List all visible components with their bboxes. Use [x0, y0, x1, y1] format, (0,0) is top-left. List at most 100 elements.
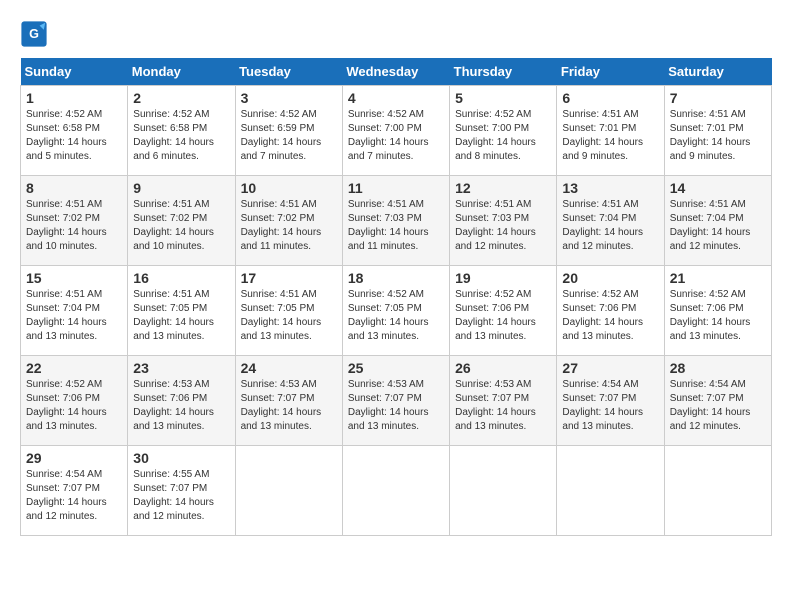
calendar-cell: 27 Sunrise: 4:54 AMSunset: 7:07 PMDayligh…	[557, 356, 664, 446]
day-number: 7	[670, 90, 766, 106]
day-number: 22	[26, 360, 122, 376]
day-number: 2	[133, 90, 229, 106]
header: G	[20, 20, 772, 48]
calendar-cell	[664, 446, 771, 536]
calendar-week-2: 8 Sunrise: 4:51 AMSunset: 7:02 PMDaylight…	[21, 176, 772, 266]
day-number: 3	[241, 90, 337, 106]
calendar-cell: 2 Sunrise: 4:52 AMSunset: 6:58 PMDaylight…	[128, 86, 235, 176]
day-number: 27	[562, 360, 658, 376]
calendar-week-4: 22 Sunrise: 4:52 AMSunset: 7:06 PMDayligh…	[21, 356, 772, 446]
header-saturday: Saturday	[664, 58, 771, 86]
day-info: Sunrise: 4:54 AMSunset: 7:07 PMDaylight:…	[562, 378, 658, 434]
calendar-cell: 20 Sunrise: 4:52 AMSunset: 7:06 PMDayligh…	[557, 266, 664, 356]
day-number: 10	[241, 180, 337, 196]
calendar-cell: 8 Sunrise: 4:51 AMSunset: 7:02 PMDaylight…	[21, 176, 128, 266]
day-info: Sunrise: 4:52 AMSunset: 7:00 PMDaylight:…	[455, 108, 551, 164]
header-friday: Friday	[557, 58, 664, 86]
calendar-cell	[342, 446, 449, 536]
day-number: 4	[348, 90, 444, 106]
calendar-cell: 22 Sunrise: 4:52 AMSunset: 7:06 PMDayligh…	[21, 356, 128, 446]
day-number: 29	[26, 450, 122, 466]
day-info: Sunrise: 4:52 AMSunset: 6:59 PMDaylight:…	[241, 108, 337, 164]
day-number: 17	[241, 270, 337, 286]
calendar-cell: 28 Sunrise: 4:54 AMSunset: 7:07 PMDayligh…	[664, 356, 771, 446]
day-number: 6	[562, 90, 658, 106]
day-number: 19	[455, 270, 551, 286]
calendar-cell	[235, 446, 342, 536]
calendar-week-1: 1 Sunrise: 4:52 AMSunset: 6:58 PMDaylight…	[21, 86, 772, 176]
day-number: 9	[133, 180, 229, 196]
logo: G	[20, 20, 52, 48]
day-info: Sunrise: 4:52 AMSunset: 6:58 PMDaylight:…	[133, 108, 229, 164]
calendar-cell: 13 Sunrise: 4:51 AMSunset: 7:04 PMDayligh…	[557, 176, 664, 266]
day-info: Sunrise: 4:54 AMSunset: 7:07 PMDaylight:…	[670, 378, 766, 434]
day-info: Sunrise: 4:53 AMSunset: 7:07 PMDaylight:…	[241, 378, 337, 434]
day-number: 24	[241, 360, 337, 376]
day-info: Sunrise: 4:52 AMSunset: 7:06 PMDaylight:…	[562, 288, 658, 344]
calendar-cell: 5 Sunrise: 4:52 AMSunset: 7:00 PMDaylight…	[450, 86, 557, 176]
day-number: 18	[348, 270, 444, 286]
calendar-cell: 11Sunrise: 4:51 AMSunset: 7:03 PMDayligh…	[342, 176, 449, 266]
calendar-cell: 1 Sunrise: 4:52 AMSunset: 6:58 PMDaylight…	[21, 86, 128, 176]
day-info: Sunrise: 4:52 AMSunset: 7:06 PMDaylight:…	[455, 288, 551, 344]
calendar-cell: 19 Sunrise: 4:52 AMSunset: 7:06 PMDayligh…	[450, 266, 557, 356]
calendar-cell: 12 Sunrise: 4:51 AMSunset: 7:03 PMDayligh…	[450, 176, 557, 266]
day-number: 15	[26, 270, 122, 286]
day-info: Sunrise: 4:52 AMSunset: 7:05 PMDaylight:…	[348, 288, 444, 344]
day-number: 5	[455, 90, 551, 106]
day-info: Sunrise: 4:51 AMSunset: 7:02 PMDaylight:…	[241, 198, 337, 254]
calendar-cell: 10 Sunrise: 4:51 AMSunset: 7:02 PMDayligh…	[235, 176, 342, 266]
header-tuesday: Tuesday	[235, 58, 342, 86]
day-number: 20	[562, 270, 658, 286]
calendar-week-3: 15 Sunrise: 4:51 AMSunset: 7:04 PMDayligh…	[21, 266, 772, 356]
day-info: Sunrise: 4:51 AMSunset: 7:02 PMDaylight:…	[133, 198, 229, 254]
calendar-cell: 29 Sunrise: 4:54 AMSunset: 7:07 PMDayligh…	[21, 446, 128, 536]
calendar-cell: 24 Sunrise: 4:53 AMSunset: 7:07 PMDayligh…	[235, 356, 342, 446]
day-info: Sunrise: 4:53 AMSunset: 7:07 PMDaylight:…	[455, 378, 551, 434]
calendar-table: SundayMondayTuesdayWednesdayThursdayFrid…	[20, 58, 772, 536]
day-info: Sunrise: 4:51 AMSunset: 7:05 PMDaylight:…	[241, 288, 337, 344]
calendar-cell	[557, 446, 664, 536]
day-number: 21	[670, 270, 766, 286]
day-info: Sunrise: 4:51 AMSunset: 7:03 PMDaylight:…	[348, 198, 444, 254]
calendar-cell: 15 Sunrise: 4:51 AMSunset: 7:04 PMDayligh…	[21, 266, 128, 356]
day-info: Sunrise: 4:53 AMSunset: 7:07 PMDaylight:…	[348, 378, 444, 434]
day-number: 26	[455, 360, 551, 376]
day-number: 14	[670, 180, 766, 196]
calendar-cell: 26 Sunrise: 4:53 AMSunset: 7:07 PMDayligh…	[450, 356, 557, 446]
calendar-cell	[450, 446, 557, 536]
day-number: 28	[670, 360, 766, 376]
logo-icon: G	[20, 20, 48, 48]
day-info: Sunrise: 4:51 AMSunset: 7:04 PMDaylight:…	[26, 288, 122, 344]
calendar-cell: 23Sunrise: 4:53 AMSunset: 7:06 PMDayligh…	[128, 356, 235, 446]
day-number: 1	[26, 90, 122, 106]
day-info: Sunrise: 4:52 AMSunset: 6:58 PMDaylight:…	[26, 108, 122, 164]
calendar-cell: 6 Sunrise: 4:51 AMSunset: 7:01 PMDaylight…	[557, 86, 664, 176]
day-number: 25	[348, 360, 444, 376]
header-wednesday: Wednesday	[342, 58, 449, 86]
calendar-cell: 7 Sunrise: 4:51 AMSunset: 7:01 PMDaylight…	[664, 86, 771, 176]
day-number: 13	[562, 180, 658, 196]
day-info: Sunrise: 4:55 AMSunset: 7:07 PMDaylight:…	[133, 468, 229, 524]
calendar-week-5: 29 Sunrise: 4:54 AMSunset: 7:07 PMDayligh…	[21, 446, 772, 536]
header-thursday: Thursday	[450, 58, 557, 86]
day-info: Sunrise: 4:51 AMSunset: 7:02 PMDaylight:…	[26, 198, 122, 254]
calendar-cell: 4Sunrise: 4:52 AMSunset: 7:00 PMDaylight…	[342, 86, 449, 176]
svg-text:G: G	[29, 27, 39, 41]
day-info: Sunrise: 4:54 AMSunset: 7:07 PMDaylight:…	[26, 468, 122, 524]
day-info: Sunrise: 4:51 AMSunset: 7:01 PMDaylight:…	[670, 108, 766, 164]
day-info: Sunrise: 4:51 AMSunset: 7:03 PMDaylight:…	[455, 198, 551, 254]
day-info: Sunrise: 4:52 AMSunset: 7:06 PMDaylight:…	[26, 378, 122, 434]
calendar-cell: 30 Sunrise: 4:55 AMSunset: 7:07 PMDayligh…	[128, 446, 235, 536]
day-number: 8	[26, 180, 122, 196]
day-number: 16	[133, 270, 229, 286]
calendar-cell: 16Sunrise: 4:51 AMSunset: 7:05 PMDayligh…	[128, 266, 235, 356]
day-info: Sunrise: 4:51 AMSunset: 7:04 PMDaylight:…	[562, 198, 658, 254]
calendar-cell: 25 Sunrise: 4:53 AMSunset: 7:07 PMDayligh…	[342, 356, 449, 446]
day-info: Sunrise: 4:51 AMSunset: 7:04 PMDaylight:…	[670, 198, 766, 254]
calendar-cell: 14 Sunrise: 4:51 AMSunset: 7:04 PMDayligh…	[664, 176, 771, 266]
day-info: Sunrise: 4:53 AMSunset: 7:06 PMDaylight:…	[133, 378, 229, 434]
day-number: 12	[455, 180, 551, 196]
day-info: Sunrise: 4:51 AMSunset: 7:01 PMDaylight:…	[562, 108, 658, 164]
day-number: 30	[133, 450, 229, 466]
